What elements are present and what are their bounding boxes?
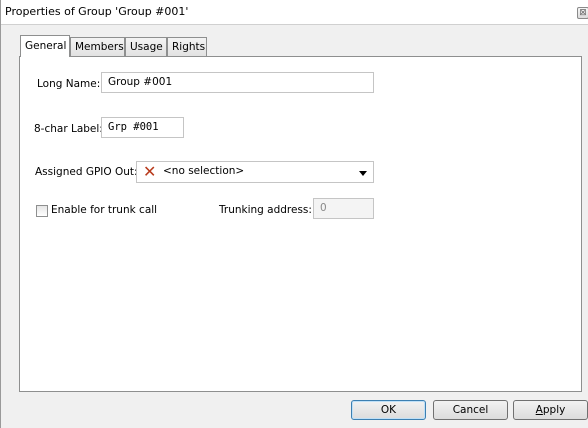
gpio-out-label: Assigned GPIO Out: [35,166,138,178]
ok-button[interactable]: OK [351,400,426,420]
tab-usage[interactable]: Usage [125,37,167,56]
chevron-down-icon[interactable] [359,171,367,176]
apply-button[interactable]: Apply [513,400,588,420]
trunking-address-field[interactable]: 0 [313,198,374,219]
red-x-icon: ✕ [143,162,157,181]
trunk-call-checkbox[interactable] [36,205,48,217]
apply-accelerator-label: A [535,404,543,416]
gpio-out-select[interactable]: ✕ <no selection> [136,161,374,183]
long-name-field[interactable]: Group #001 [101,72,374,93]
gpio-out-value: <no selection> [163,165,245,177]
cancel-button[interactable]: Cancel [433,400,508,420]
apply-label: pply [542,404,566,416]
tab-members[interactable]: Members [70,37,125,56]
eight-char-label-field[interactable]: Grp #001 [101,117,184,138]
long-name-label: Long Name: [37,78,101,90]
trunk-call-label: Enable for trunk call [51,204,158,216]
title-bar: Properties of Group 'Group #001' ⊠ [1,0,588,25]
tab-rights[interactable]: Rights [167,37,207,56]
window-title: Properties of Group 'Group #001' [5,5,189,18]
tab-general[interactable]: General [20,35,70,57]
eight-char-label-label: 8-char Label: [34,123,103,135]
properties-dialog: Properties of Group 'Group #001' ⊠ Gener… [0,0,588,428]
general-panel: Long Name: Group #001 8-char Label: Grp … [19,56,582,392]
trunking-address-label: Trunking address: [219,204,312,216]
close-icon[interactable]: ⊠ [577,7,588,19]
